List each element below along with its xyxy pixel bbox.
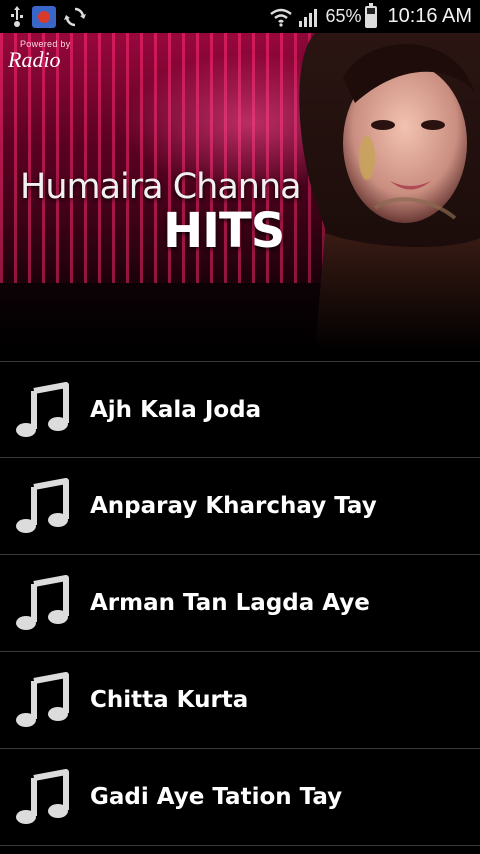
song-title: Ajh Kala Joda <box>90 396 262 423</box>
list-item[interactable]: Anparay Kharchay Tay <box>0 458 480 555</box>
status-bar: 65% 10:16 AM <box>0 0 480 33</box>
battery-level-fill <box>367 13 376 26</box>
notification-icons <box>0 5 86 28</box>
signal-icon <box>297 7 321 27</box>
song-list: Ajh Kala Joda Anparay Kharchay Tay Arman… <box>0 361 480 846</box>
usb-icon <box>10 5 24 28</box>
music-note-icon <box>12 766 74 828</box>
music-note-icon <box>12 475 74 537</box>
radio-logo: Radio <box>8 47 61 72</box>
song-title: Chitta Kurta <box>90 687 249 713</box>
clock: 10:16 AM <box>387 5 472 27</box>
system-indicators: 65% 10:16 AM <box>269 2 480 28</box>
song-title: Gadi Aye Tation Tay <box>90 784 343 810</box>
list-item[interactable]: Arman Tan Lagda Aye <box>0 555 480 652</box>
music-note-icon <box>12 669 74 731</box>
music-note-icon <box>12 379 74 441</box>
album-label: HITS <box>163 203 285 259</box>
header-banner: Powered by Radio Humaira Channa HITS <box>0 33 480 351</box>
list-item[interactable]: Chitta Kurta <box>0 652 480 749</box>
app-notification-icon <box>32 5 56 28</box>
song-title: Arman Tan Lagda Aye <box>90 590 370 616</box>
wifi-icon <box>269 7 293 27</box>
battery-charging-icon <box>365 2 378 28</box>
battery-percent: 65% <box>325 6 362 26</box>
powered-by-logo[interactable]: Powered by Radio <box>8 39 71 73</box>
music-note-icon <box>12 572 74 634</box>
list-item[interactable]: Ajh Kala Joda <box>0 361 480 458</box>
artist-name: Humaira Channa <box>20 167 302 207</box>
song-title: Anparay Kharchay Tay <box>90 493 377 519</box>
list-item[interactable]: Gadi Aye Tation Tay <box>0 749 480 846</box>
sync-icon <box>64 6 86 28</box>
